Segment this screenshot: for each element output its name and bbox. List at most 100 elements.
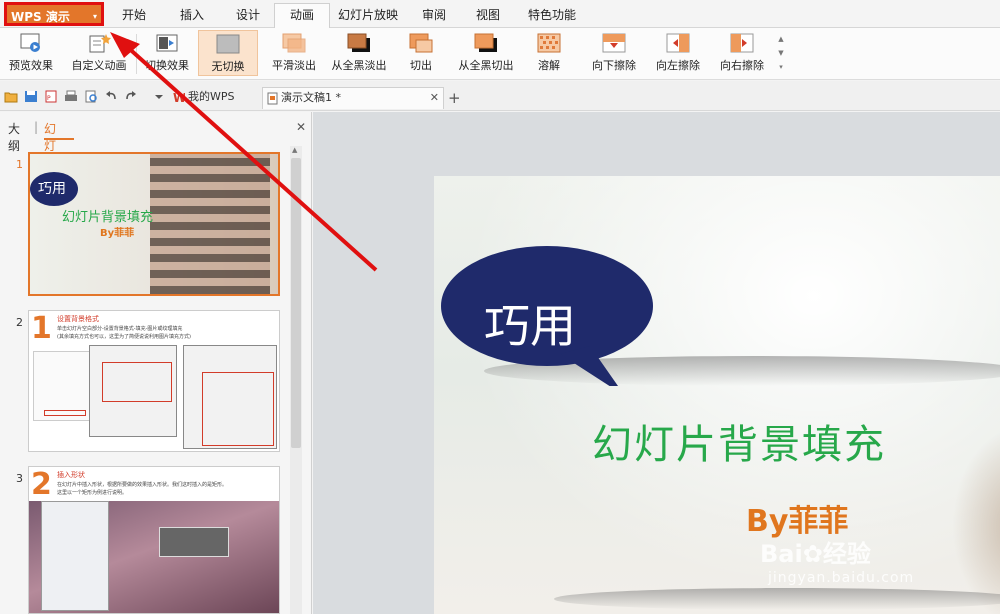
- thumb-body: 在幻灯片中插入形状，根据所要做的效果插入形状。我们这时插入的是矩形。: [57, 482, 228, 488]
- new-tab-button[interactable]: +: [448, 89, 461, 107]
- effect-cut-from-black[interactable]: 从全黑切出: [454, 30, 518, 76]
- shadow-band: [554, 588, 1000, 610]
- doc-tab-my-wps[interactable]: W 我的WPS: [170, 87, 256, 109]
- effect-label: 向左擦除: [656, 59, 700, 72]
- slide-number: 3: [16, 472, 23, 485]
- scrollbar-thumb[interactable]: [291, 158, 301, 448]
- wipe-right-icon: [730, 33, 754, 53]
- tab-design[interactable]: 设计: [226, 6, 270, 28]
- cut-icon: [409, 33, 433, 53]
- baidu-watermark: Bai✿经验: [760, 534, 871, 569]
- gray-rectangle: [159, 527, 229, 557]
- preview-effect-label: 预览效果: [9, 59, 53, 72]
- ribbon-gallery-scroll[interactable]: ▲ ▼ ▾: [776, 32, 786, 76]
- tab-special-features[interactable]: 特色功能: [522, 6, 582, 28]
- panel-scrollbar[interactable]: ▲: [290, 146, 302, 614]
- tab-outline[interactable]: 大纲: [8, 120, 20, 154]
- export-pdf-icon[interactable]: P: [44, 90, 58, 103]
- bubble-text: 巧用: [38, 181, 66, 197]
- chevron-up-icon[interactable]: ▲: [292, 146, 297, 154]
- open-folder-icon[interactable]: [4, 90, 18, 103]
- print-preview-icon[interactable]: [84, 90, 98, 103]
- screenshot-panel: [41, 501, 109, 611]
- no-transition-icon: [216, 34, 240, 54]
- effect-smooth-fade[interactable]: 平滑淡出: [264, 30, 324, 76]
- dialog-image: [183, 345, 277, 449]
- transition-effect-label: 切换效果: [145, 59, 189, 72]
- custom-animation-button[interactable]: 自定义动画: [68, 30, 130, 76]
- tab-divider: |: [34, 120, 39, 134]
- active-tab-underline: [44, 138, 74, 140]
- watermark-url: jingyan.baidu.com: [768, 570, 915, 586]
- big-number: 1: [31, 311, 52, 346]
- thumb-byline: By菲菲: [100, 228, 135, 239]
- cut-from-black-icon: [474, 33, 497, 52]
- bubble-text[interactable]: 巧用: [484, 290, 576, 356]
- effect-label: 溶解: [538, 59, 560, 72]
- wps-app-menu-button[interactable]: WPS 演示 ▾: [4, 2, 104, 26]
- wipe-left-icon: [666, 33, 690, 53]
- record-photo: [29, 501, 279, 613]
- pixelated-photo: [150, 154, 270, 294]
- tab-insert[interactable]: 插入: [170, 6, 214, 28]
- thumb-heading: 插入形状: [57, 471, 85, 479]
- background-glow: [434, 176, 1000, 614]
- slide-title[interactable]: 幻灯片背景填充: [592, 412, 886, 470]
- slide-thumbnail-1[interactable]: 巧用 幻灯片背景填充 By菲菲: [28, 152, 280, 296]
- transition-effect-button[interactable]: 切换效果: [142, 30, 192, 76]
- close-panel-icon[interactable]: ✕: [296, 120, 306, 134]
- ribbon-separator: [136, 34, 137, 74]
- preview-effect-button[interactable]: 预览效果: [4, 30, 58, 76]
- expand-gallery-icon[interactable]: ▾: [776, 60, 786, 74]
- thumb-body: (其余填充方式也可以，这里为了简便说说利用图片填充方式): [57, 334, 191, 340]
- effect-label: 从全黑切出: [458, 59, 514, 72]
- wipe-down-icon: [602, 33, 626, 53]
- svg-text:W: W: [173, 91, 185, 103]
- redo-icon[interactable]: [124, 90, 138, 103]
- slide-number: 2: [16, 316, 23, 329]
- effect-label: 平滑淡出: [272, 59, 316, 72]
- slide-thumbnail-3[interactable]: 2 插入形状 在幻灯片中插入形状，根据所要做的效果插入形状。我们这时插入的是矩形…: [28, 466, 280, 614]
- effect-no-transition[interactable]: 无切换: [198, 30, 258, 76]
- tab-home[interactable]: 开始: [112, 6, 156, 28]
- preview-icon: [20, 33, 40, 52]
- doc-tab-presentation[interactable]: 演示文稿1 * ✕: [262, 87, 444, 109]
- doc-tab-label: 我的WPS: [188, 90, 235, 103]
- effect-wipe-right[interactable]: 向右擦除: [714, 30, 770, 76]
- thumb-body: 单击幻灯片空白部分-设置背景格式-填充-图片或纹理填充: [57, 326, 183, 332]
- paw-icon: ✿: [802, 540, 823, 568]
- close-tab-icon[interactable]: ✕: [430, 88, 439, 108]
- tab-view[interactable]: 视图: [466, 6, 510, 28]
- watermark-brand2: 经验: [822, 540, 871, 568]
- save-icon[interactable]: [24, 90, 38, 103]
- custom-animation-icon: [89, 34, 111, 53]
- effect-fade-from-black[interactable]: 从全黑淡出: [326, 30, 392, 76]
- quick-access-bar: P W 我的WPS 演示文稿1 * ✕ +: [0, 81, 1000, 111]
- fade-from-black-icon: [347, 33, 370, 52]
- print-icon[interactable]: [64, 90, 78, 103]
- current-slide[interactable]: 巧用 幻灯片背景填充 By菲菲: [434, 176, 1000, 614]
- tab-slideshow[interactable]: 幻灯片放映: [336, 6, 400, 28]
- chevron-down-icon[interactable]: ▼: [776, 46, 786, 60]
- photo-edge: [952, 426, 1000, 614]
- chevron-up-icon[interactable]: ▲: [776, 32, 786, 46]
- slide-workspace: 巧用 幻灯片背景填充 By菲菲: [313, 112, 1000, 614]
- effect-cut[interactable]: 切出: [396, 30, 446, 76]
- effect-label: 切出: [410, 59, 432, 72]
- effect-dissolve[interactable]: 溶解: [526, 30, 572, 76]
- dialog-image: [89, 345, 177, 437]
- smooth-fade-icon: [282, 33, 306, 53]
- tab-animation[interactable]: 动画: [274, 3, 330, 29]
- chevron-down-icon[interactable]: [152, 90, 166, 103]
- effect-label: 向右擦除: [720, 59, 764, 72]
- presentation-file-icon: [267, 92, 278, 105]
- effect-wipe-left[interactable]: 向左擦除: [650, 30, 706, 76]
- slide-thumbnail-2[interactable]: 1 设置背景格式 单击幻灯片空白部分-设置背景格式-填充-图片或纹理填充 (其余…: [28, 310, 280, 452]
- big-number: 2: [31, 467, 52, 502]
- undo-icon[interactable]: [104, 90, 118, 103]
- effect-label: 从全黑淡出: [331, 59, 387, 72]
- tab-review[interactable]: 审阅: [412, 6, 456, 28]
- menu-bar: WPS 演示 ▾ 开始 插入 设计 动画 幻灯片放映 审阅 视图 特色功能: [0, 0, 1000, 29]
- effect-wipe-down[interactable]: 向下擦除: [586, 30, 642, 76]
- doc-tab-label: 演示文稿1 *: [281, 91, 341, 104]
